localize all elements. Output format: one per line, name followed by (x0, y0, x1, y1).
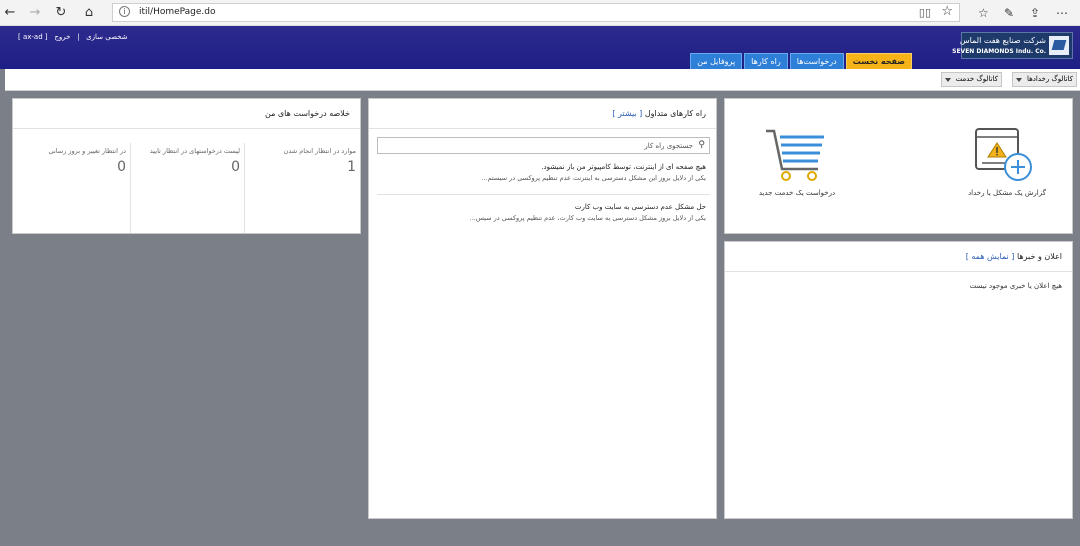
separator: | (77, 33, 80, 41)
panel-header: راه کارهای متداول [ بیشتر ] (369, 99, 716, 129)
solution-desc: یکی از دلایل بروز این مشکل دسترسی به این… (481, 174, 706, 182)
personalize-link[interactable]: شخصی سازی (86, 33, 127, 41)
tab-profile[interactable]: پروفایل من (690, 53, 743, 69)
browser-toolbar: ← → ↻ ⌂ i itil/HomePage.do ▯▯ ☆ ☆ ✎ ⇪ ⋯ (0, 0, 1080, 26)
quick-actions-panel: گزارش یک مشکل یا رخداد درخواست یک خدمت ج… (724, 98, 1073, 234)
stat-label: در انتظار تغییر و بروز رسانی (48, 147, 126, 155)
report-incident-icon (975, 128, 1032, 181)
catalog-toolbar: کاتالوگ رخدادها کاتالوگ خدمت (5, 69, 1080, 91)
news-empty-message: هیچ اعلان یا خبری موجود نیست (969, 282, 1062, 290)
report-incident-label[interactable]: گزارش یک مشکل یا رخداد (942, 189, 1072, 197)
solution-search-input[interactable] (393, 139, 693, 152)
news-title: اعلان و خبرها (1016, 252, 1062, 261)
new-service-action[interactable]: درخواست یک خدمت جدید (732, 125, 862, 197)
solutions-title: راه کارهای متداول (644, 109, 706, 118)
panel-header: خلاصه درخواست های من (13, 99, 360, 129)
search-icon[interactable]: ⚲ (698, 140, 705, 150)
user-links: شخصی سازی | خروج [ ax-ad ] (18, 33, 128, 41)
solution-search-box[interactable]: ⚲ (377, 137, 710, 154)
service-catalog-dropdown[interactable]: کاتالوگ خدمت (940, 72, 1002, 87)
main-tabs: صفحه نخست درخواست‌ها راه کارها پروفایل م… (688, 53, 912, 69)
stat-value: 0 (231, 159, 240, 175)
logo-fa-text: شرکت صنایع هفت الماس (959, 36, 1046, 45)
share-icon[interactable]: ⇪ (1030, 4, 1040, 22)
stat-value: 0 (117, 159, 126, 175)
tab-solutions[interactable]: راه کارها (744, 53, 788, 69)
app-header: شخصی سازی | خروج [ ax-ad ] شرکت صنایع هف… (0, 26, 1080, 69)
info-icon[interactable]: i (119, 6, 130, 17)
pen-icon[interactable]: ✎ (1004, 4, 1014, 22)
stat-pending-action[interactable]: موارد در انتظار انجام شدن 1 (245, 143, 360, 233)
tab-requests[interactable]: درخواست‌ها (789, 53, 844, 69)
user-badge: [ ax-ad ] (18, 33, 48, 41)
forward-icon[interactable]: → (26, 4, 44, 22)
favorites-icon[interactable]: ☆ (978, 4, 989, 22)
stat-pending-approval[interactable]: لیست درخواستهای در انتظار تایید 0 (130, 143, 245, 233)
new-service-label[interactable]: درخواست یک خدمت جدید (732, 189, 862, 197)
solutions-more-link[interactable]: [ بیشتر ] (612, 109, 642, 118)
my-requests-summary-panel: خلاصه درخواست های من موارد در انتظار انج… (12, 98, 361, 234)
more-icon[interactable]: ⋯ (1056, 4, 1068, 22)
home-icon[interactable]: ⌂ (80, 4, 98, 22)
common-solutions-panel: راه کارهای متداول [ بیشتر ] ⚲ هیچ صفحه ا… (368, 98, 717, 519)
solution-item[interactable]: حل مشکل عدم دسترسی به سایت وب کارت یکی ا… (377, 203, 710, 235)
refresh-icon[interactable]: ↻ (52, 4, 70, 22)
stat-pending-update[interactable]: در انتظار تغییر و بروز رسانی 0 (15, 143, 130, 233)
solution-title[interactable]: هیچ صفحه ای از اینترنت، توسط کامپیوتر من… (377, 163, 706, 171)
solution-desc: یکی از دلایل بروز مشکل دسترسی به سایت وب… (469, 214, 706, 222)
diamond-logo-icon (1049, 36, 1069, 55)
chevron-down-icon (1015, 78, 1022, 82)
news-panel: اعلان و خبرها [ نمایش همه ] هیچ اعلان یا… (724, 241, 1073, 519)
favorite-star-icon[interactable]: ☆ (941, 4, 953, 19)
shopping-cart-icon (766, 129, 824, 181)
logout-link[interactable]: خروج (54, 33, 70, 41)
service-catalog-label: کاتالوگ خدمت (955, 75, 998, 83)
stat-label: موارد در انتظار انجام شدن (283, 147, 356, 155)
solution-title[interactable]: حل مشکل عدم دسترسی به سایت وب کارت (377, 203, 706, 211)
chevron-down-icon (944, 78, 951, 82)
stat-value: 1 (347, 159, 356, 175)
tab-home[interactable]: صفحه نخست (845, 53, 912, 69)
incident-catalog-label: کاتالوگ رخدادها (1026, 75, 1073, 83)
incident-catalog-dropdown[interactable]: کاتالوگ رخدادها (1011, 72, 1077, 87)
company-logo: شرکت صنایع هفت الماس SEVEN DIAMONDS Indu… (952, 32, 1073, 59)
solution-item[interactable]: هیچ صفحه ای از اینترنت، توسط کامپیوتر من… (377, 163, 710, 195)
address-bar[interactable]: i itil/HomePage.do ▯▯ ☆ (112, 3, 960, 22)
news-show-all-link[interactable]: [ نمایش همه ] (966, 252, 1015, 261)
logo-en-text: SEVEN DIAMONDS Indu. Co. (952, 48, 1046, 55)
back-icon[interactable]: ← (1, 4, 19, 22)
stat-label: لیست درخواستهای در انتظار تایید (149, 147, 240, 155)
report-incident-action[interactable]: گزارش یک مشکل یا رخداد (942, 125, 1072, 197)
reading-view-icon[interactable]: ▯▯ (919, 6, 931, 19)
panel-header: اعلان و خبرها [ نمایش همه ] (725, 242, 1072, 272)
summary-title: خلاصه درخواست های من (264, 109, 350, 118)
url-text[interactable]: itil/HomePage.do (139, 7, 216, 17)
